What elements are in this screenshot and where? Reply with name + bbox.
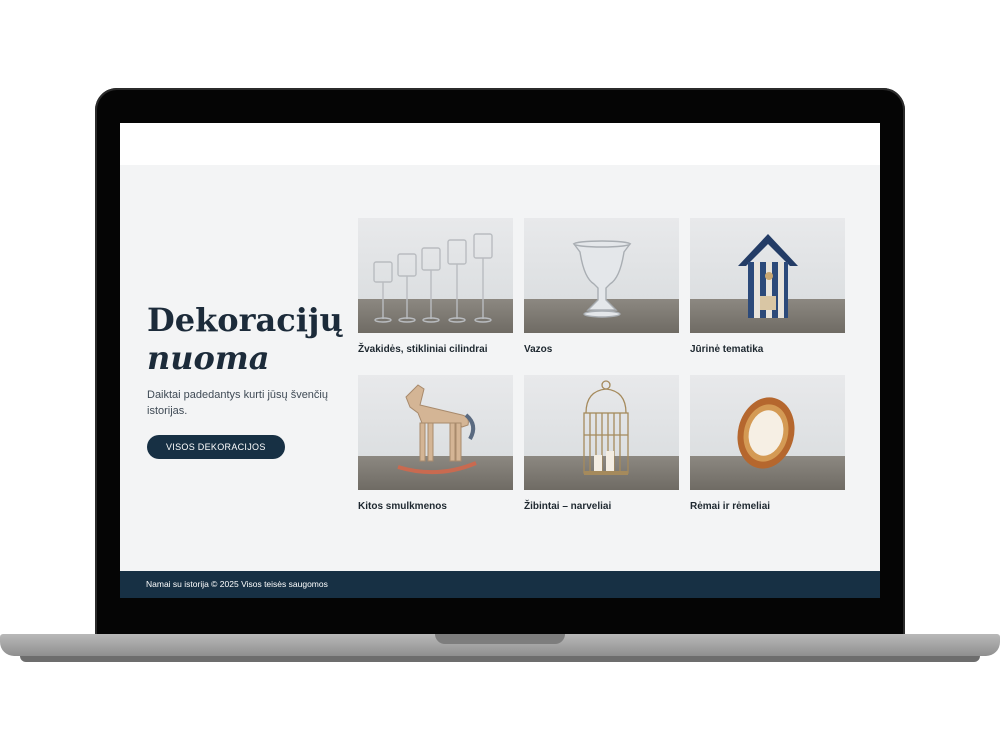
category-label: Rėmai ir rėmeliai	[690, 501, 771, 512]
page-title-line1: Dekoracijų	[147, 301, 343, 339]
hero-description: Daiktai padedantys kurti jūsų švenčių is…	[147, 389, 328, 417]
category-label: Kitos smulkmenos	[358, 501, 447, 512]
category-card-nautical[interactable]: Jūrinė tematika	[690, 218, 845, 355]
all-decorations-button[interactable]: VISOS DEKORACIJOS	[147, 435, 285, 459]
laptop-base-shadow	[20, 656, 980, 662]
footer-copyright: Namai su istorija © 2025 Visos teisės sa…	[146, 579, 328, 589]
category-card-lanterns[interactable]: Žibintai – narveliai	[524, 375, 679, 512]
category-label: Žvakidės, stikliniai cilindrai	[358, 344, 488, 355]
page-title-line2: nuoma	[147, 339, 270, 377]
rocking-horse-image	[358, 375, 513, 490]
category-card-frames[interactable]: Rėmai ir rėmeliai	[690, 375, 845, 512]
category-label: Vazos	[524, 344, 553, 355]
category-card-misc[interactable]: Kitos smulkmenos	[358, 375, 513, 512]
page-title: Dekoracijų nuoma	[147, 301, 347, 377]
candle-holders-image	[358, 218, 513, 333]
laptop-notch	[435, 634, 565, 644]
category-label: Jūrinė tematika	[690, 344, 764, 355]
hero-section: Dekoracijų nuoma Daiktai padedantys kurt…	[147, 301, 347, 459]
frame-image	[690, 375, 845, 490]
nautical-house-image	[690, 218, 845, 333]
category-card-vases[interactable]: Vazos	[524, 218, 679, 355]
birdcage-lantern-image	[524, 375, 679, 490]
category-label: Žibintai – narveliai	[524, 501, 612, 512]
vase-image	[524, 218, 679, 333]
website-screen: Dekoracijų nuoma Daiktai padedantys kurt…	[120, 123, 880, 598]
site-header	[120, 123, 880, 165]
category-card-candle-holders[interactable]: Žvakidės, stikliniai cilindrai	[358, 218, 513, 355]
site-footer: Namai su istorija © 2025 Visos teisės sa…	[120, 571, 880, 598]
